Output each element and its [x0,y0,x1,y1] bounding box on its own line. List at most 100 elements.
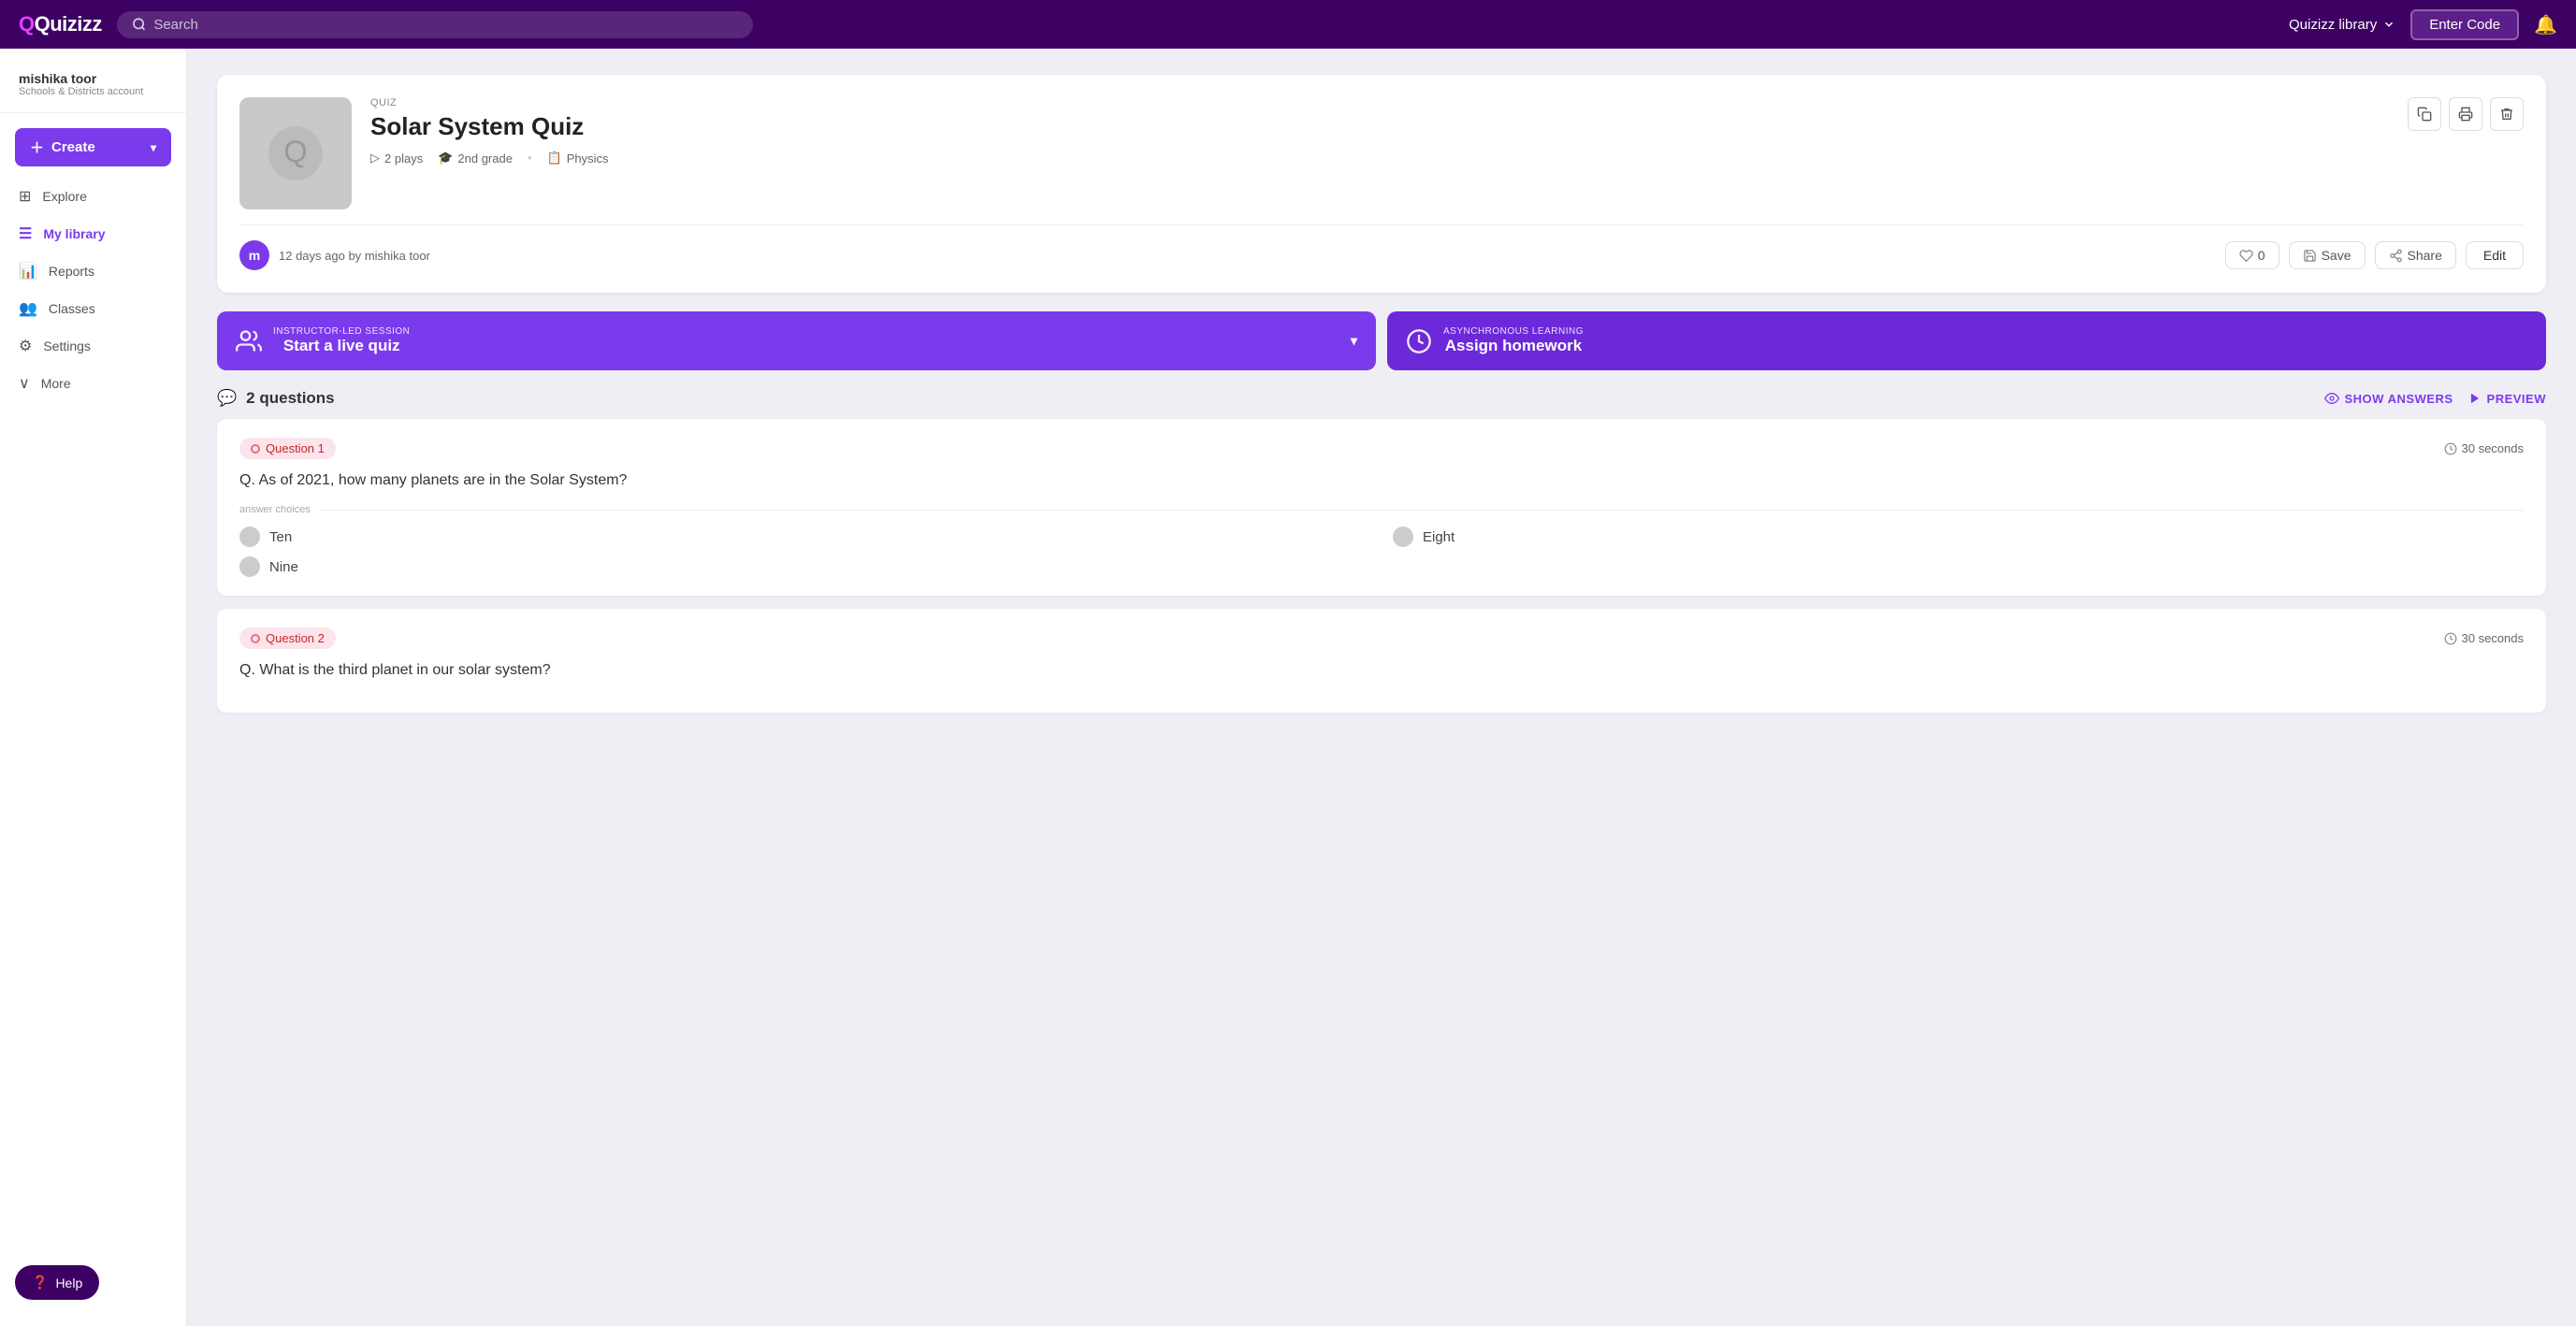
sidebar-label-more: More [41,376,71,391]
answer-text: Ten [269,529,292,545]
sidebar-item-explore[interactable]: ⊞ Explore [0,178,186,215]
eye-icon [2324,391,2339,406]
questions-icon: 💬 [217,389,237,408]
question-dot [251,444,260,454]
main-content: Q QUIZ Solar System Quiz ▷ 2 plays 🎓 2nd… [187,49,2576,1326]
sidebar-item-classes[interactable]: 👥 Classes [0,290,186,327]
library-selector[interactable]: Quizizz library [2289,17,2395,33]
share-icon [2389,249,2403,263]
play-icon: ▷ [370,151,380,166]
explore-icon: ⊞ [19,187,31,206]
trash-icon [2499,107,2514,122]
question-card-2: Question 2 30 seconds Q. What is the thi… [217,609,2546,713]
question-2-badge: Question 2 [239,627,336,649]
copy-button[interactable] [2408,97,2441,131]
quiz-type-label: QUIZ [370,97,2389,108]
save-button[interactable]: Save [2289,241,2366,269]
question-dot [251,634,260,643]
subject-icon: 📋 [547,151,562,166]
share-button[interactable]: Share [2375,241,2456,269]
answer-grid-1: Ten Eight Nine [239,526,2524,577]
like-button[interactable]: 0 [2225,241,2279,269]
play-icon [2468,392,2482,405]
copy-icon [2417,107,2432,122]
answer-option: Nine [239,556,1370,577]
start-live-quiz-button[interactable]: INSTRUCTOR-LED SESSION Start a live quiz… [217,311,1376,370]
notification-bell-icon[interactable]: 🔔 [2534,13,2557,36]
quiz-thumbnail-image: Q [262,120,329,187]
question-card-1: Question 1 30 seconds Q. As of 2021, how… [217,419,2546,596]
quiz-footer: m 12 days ago by mishika toor 0 Save [239,224,2524,270]
sidebar-user-info: mishika toor Schools & Districts account [0,64,186,113]
search-input[interactable] [153,17,738,33]
answer-choices-label-1: answer choices [239,504,2524,515]
classes-icon: 👥 [19,299,37,318]
answer-text: Nine [269,559,298,575]
chevron-down-icon [2382,18,2395,31]
sidebar-label-settings: Settings [43,339,91,353]
avatar: m [239,240,269,270]
settings-icon: ⚙ [19,337,32,355]
edit-button[interactable]: Edit [2466,241,2524,269]
help-button[interactable]: ❓ Help [15,1265,99,1300]
plus-icon: ＋ [30,137,44,157]
topnav-right: Quizizz library Enter Code 🔔 [2289,9,2557,40]
svg-text:Q: Q [283,135,307,168]
sidebar-item-my-library[interactable]: ☰ My library [0,215,186,252]
sidebar-label-explore: Explore [42,189,86,204]
clock-icon [2444,632,2457,645]
enter-code-button[interactable]: Enter Code [2410,9,2519,40]
quiz-author-name-text: mishika toor [365,249,430,263]
questions-section: 💬 2 questions SHOW ANSWERS PREVIEW [217,389,2546,713]
quiz-info: QUIZ Solar System Quiz ▷ 2 plays 🎓 2nd g… [370,97,2389,171]
question-1-text: Q. As of 2021, how many planets are in t… [239,472,2524,489]
assign-homework-button[interactable]: ASYNCHRONOUS LEARNING Assign homework [1387,311,2546,370]
answer-option: Eight [1393,526,2524,547]
question-2-header: Question 2 30 seconds [239,627,2524,649]
chevron-down-icon: ▾ [151,141,156,154]
sidebar-label-reports: Reports [49,264,94,279]
quiz-card: Q QUIZ Solar System Quiz ▷ 2 plays 🎓 2nd… [217,75,2546,293]
reports-icon: 📊 [19,262,37,281]
heart-icon [2239,249,2253,263]
sidebar-username: mishika toor [19,71,167,86]
save-icon [2303,249,2317,263]
quiz-title: Solar System Quiz [370,112,2389,141]
sidebar-bottom: ❓ Help [0,1254,186,1311]
question-1-header: Question 1 30 seconds [239,438,2524,459]
chevron-down-icon: ∨ [19,374,30,393]
quiz-grade: 🎓 2nd grade [438,151,513,166]
print-button[interactable] [2449,97,2482,131]
search-bar[interactable] [117,11,753,38]
quiz-card-inner: Q QUIZ Solar System Quiz ▷ 2 plays 🎓 2nd… [239,97,2524,209]
top-navigation: QQuizizz Quizizz library Enter Code 🔔 [0,0,2576,49]
question-1-timer: 30 seconds [2444,441,2525,455]
sidebar-item-more[interactable]: ∨ More [0,365,186,402]
clock-icon [2444,442,2457,455]
question-2-timer: 30 seconds [2444,631,2525,645]
preview-button[interactable]: PREVIEW [2468,392,2546,406]
grade-icon: 🎓 [438,151,453,166]
show-answers-button[interactable]: SHOW ANSWERS [2324,391,2453,406]
logo: QQuizizz [19,12,102,36]
sidebar-item-settings[interactable]: ⚙ Settings [0,327,186,365]
quiz-subject: 📋 Physics [547,151,609,166]
sidebar-label-my-library: My library [43,226,105,241]
clock-icon [1406,328,1432,354]
quiz-footer-actions: 0 Save Share Edit [2225,241,2524,269]
action-buttons: INSTRUCTOR-LED SESSION Start a live quiz… [217,311,2546,370]
quiz-author: m 12 days ago by mishika toor [239,240,430,270]
create-button[interactable]: ＋ Create ▾ [15,128,171,166]
quiz-plays: ▷ 2 plays [370,151,423,166]
question-2-text: Q. What is the third planet in our solar… [239,662,2524,679]
sidebar-user-role: Schools & Districts account [19,86,167,97]
quiz-meta: ▷ 2 plays 🎓 2nd grade • 📋 Physics [370,151,2389,166]
print-icon [2458,107,2473,122]
delete-button[interactable] [2490,97,2524,131]
questions-header-actions: SHOW ANSWERS PREVIEW [2324,391,2547,406]
users-icon [236,328,262,354]
answer-circle [1393,526,1413,547]
sidebar-item-reports[interactable]: 📊 Reports [0,252,186,290]
main-layout: mishika toor Schools & Districts account… [0,49,2576,1326]
answer-circle [239,526,260,547]
